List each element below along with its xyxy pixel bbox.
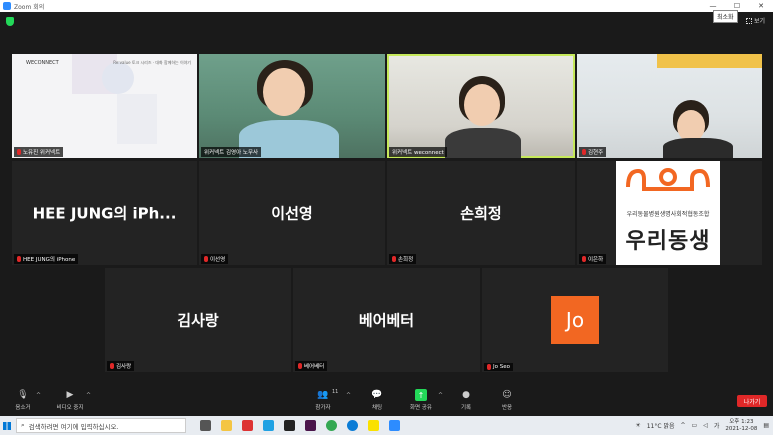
windows-taskbar: ⌕ 검색하려면 여기에 입력하십시오. ☀ 11°C 맑음 ^ ▭ ◁ 가 오후… — [0, 416, 773, 435]
participant-name: HEE JUNG의 iPhone — [14, 254, 79, 264]
network-icon[interactable]: ▭ — [692, 422, 698, 429]
volume-icon[interactable]: ◁ — [703, 422, 708, 429]
participant-name: 위커넥트 weconnect — [389, 147, 447, 157]
weather-text[interactable]: 11°C 맑음 — [647, 421, 675, 430]
weather-icon: ☀ — [635, 422, 641, 429]
notification-icon[interactable]: ▤ — [763, 422, 769, 429]
video-tile-active-speaker[interactable]: 위커넥트 weconnect — [387, 54, 575, 158]
participant-name: 이선영 — [201, 254, 229, 264]
slide-header: Re:value 토크 시리즈 · 대화 함께하는 이야기 — [113, 60, 191, 65]
person-body — [663, 138, 733, 158]
participants-count: 11 — [332, 389, 339, 395]
close-button[interactable]: ✕ — [749, 0, 773, 12]
clock[interactable]: 오후 1:23 2021-12-08 — [725, 419, 757, 433]
organization-logo-icon — [626, 168, 710, 191]
app-icon[interactable] — [263, 420, 274, 431]
mic-muted-icon — [17, 149, 21, 155]
participant-display-name: 베어베터 — [358, 311, 415, 330]
view-button[interactable]: 보기 — [745, 16, 765, 25]
participants-button[interactable]: 👥 참가자 — [298, 389, 348, 411]
participant-display-name: HEE JUNG의 iPh... — [32, 204, 177, 223]
mic-muted-icon — [582, 256, 586, 262]
taskbar-apps — [200, 420, 400, 431]
video-tile[interactable]: 김현주 — [577, 54, 762, 158]
chat-icon: 💬 — [371, 390, 383, 400]
window-titlebar: Zoom 회의 — ☐ ✕ — [0, 0, 773, 12]
participant-name: 김사랑 — [107, 361, 135, 371]
meeting-topbar: 보기 — [0, 12, 773, 28]
meeting-toolbar: 🎙 음소거 ^ ▶ 비디오 중지 ^ 👥 참가자 11 ^ 💬 채팅 ↑ 화면 … — [0, 386, 773, 416]
tray-chevron-icon[interactable]: ^ — [681, 422, 686, 429]
mic-muted-icon — [298, 363, 302, 369]
participant-display-name: 김사랑 — [177, 311, 219, 330]
participant-name: 위커넥트 김영아 노무사 — [201, 147, 262, 157]
video-tile[interactable]: WECONNECT Re:value 토크 시리즈 · 대화 함께하는 이야기 … — [12, 54, 197, 158]
participants-icon: 👥 — [317, 390, 329, 400]
chat-button[interactable]: 💬 채팅 — [352, 389, 402, 411]
task-view-icon[interactable] — [200, 420, 211, 431]
video-tile[interactable]: 김사랑 김사랑 — [105, 268, 291, 372]
slack-icon[interactable] — [305, 420, 316, 431]
participant-name: 손희정 — [389, 254, 417, 264]
background-decor — [657, 54, 762, 68]
taskbar-search-input[interactable]: ⌕ 검색하려면 여기에 입력하십시오. — [16, 418, 186, 433]
participant-name: Jo Seo — [484, 363, 513, 371]
start-button[interactable] — [0, 416, 14, 435]
mic-muted-icon — [17, 256, 21, 262]
share-screen-icon: ↑ — [415, 389, 427, 401]
app-icon[interactable] — [242, 420, 253, 431]
video-options-chevron-icon[interactable]: ^ — [86, 392, 91, 399]
participant-name: 이은하 — [579, 254, 607, 264]
participant-avatar: Jo — [551, 296, 599, 344]
video-tile[interactable]: 이선영 이선영 — [199, 161, 385, 265]
video-tile[interactable]: 베어베터 베어베터 — [293, 268, 480, 372]
organization-name-main: 우리동생 — [625, 229, 711, 254]
shield-icon[interactable] — [6, 17, 14, 26]
video-tile[interactable]: 위커넥트 김영아 노무사 — [199, 54, 385, 158]
person-face — [263, 68, 305, 116]
weconnect-logo: WECONNECT — [26, 60, 59, 66]
system-tray: ☀ 11°C 맑음 ^ ▭ ◁ 가 오후 1:23 2021-12-08 ▤ — [635, 416, 769, 435]
participant-name: 노유진 위커넥트 — [14, 147, 64, 157]
participant-display-name: 손희정 — [460, 204, 502, 223]
decorative-shape — [117, 94, 157, 144]
smile-icon: ☺ — [502, 390, 512, 400]
participants-options-chevron-icon[interactable]: ^ — [346, 392, 351, 399]
zoom-icon — [3, 2, 11, 10]
chrome-icon[interactable] — [326, 420, 337, 431]
person-body — [445, 128, 521, 158]
mic-muted-icon — [392, 256, 396, 262]
audio-options-chevron-icon[interactable]: ^ — [36, 392, 41, 399]
mic-muted-icon — [204, 256, 208, 262]
video-tile[interactable]: 손희정 손희정 — [387, 161, 575, 265]
input-language[interactable]: 가 — [714, 421, 720, 430]
participant-name: 베어베터 — [295, 361, 328, 371]
video-camera-icon: ▶ — [66, 390, 74, 400]
mic-muted-icon — [110, 363, 114, 369]
organization-name-small: 우리동물병원생명사회적협동조합 — [626, 211, 710, 218]
participant-display-name: 이선영 — [271, 204, 313, 223]
minimize-tooltip: 최소화 — [713, 10, 738, 23]
zoom-taskbar-icon[interactable] — [389, 420, 400, 431]
person-face — [464, 84, 500, 126]
profile-logo-card: 우리동물병원생명사회적협동조합 우리동생 — [616, 161, 720, 265]
reactions-button[interactable]: ☺ 반응 — [482, 389, 532, 411]
record-icon: ● — [462, 390, 470, 400]
window-title: Zoom 회의 — [14, 3, 45, 11]
grid-icon — [745, 17, 752, 24]
leave-button[interactable]: 나가기 — [737, 395, 767, 407]
participant-name: 김현주 — [579, 147, 607, 157]
mic-muted-icon — [582, 149, 586, 155]
edge-icon[interactable] — [347, 420, 358, 431]
kakaotalk-icon[interactable] — [368, 420, 379, 431]
file-explorer-icon[interactable] — [221, 420, 232, 431]
search-icon: ⌕ — [21, 421, 25, 429]
microphone-icon: 🎙 — [17, 390, 29, 400]
view-label: 보기 — [753, 18, 765, 25]
notion-icon[interactable] — [284, 420, 295, 431]
windows-logo-icon — [3, 421, 11, 430]
video-tile[interactable]: HEE JUNG의 iPh... HEE JUNG의 iPhone — [12, 161, 197, 265]
decorative-shape — [102, 62, 134, 94]
mic-muted-icon — [487, 364, 491, 370]
